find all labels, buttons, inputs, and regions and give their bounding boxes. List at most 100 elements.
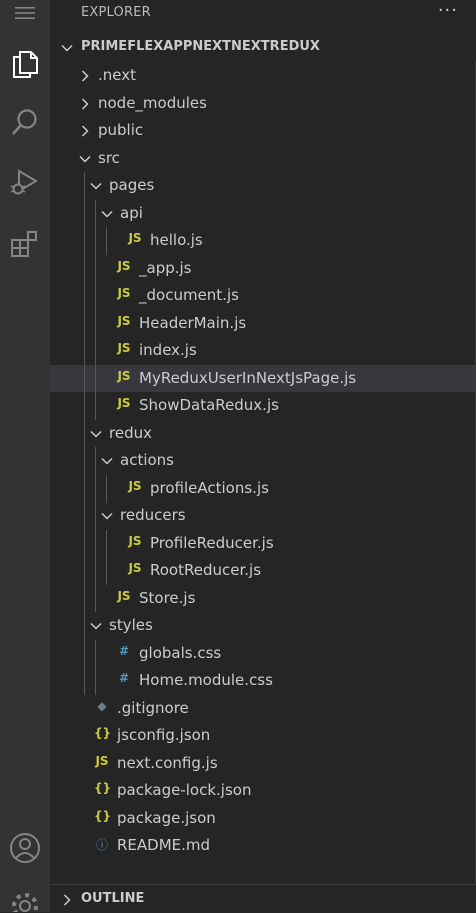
chevron-down-icon [60, 40, 74, 59]
root-folder-header[interactable]: PRIMEFLEXAPPNEXTNEXTREDUX [50, 34, 476, 61]
tree-file-package-lock-json[interactable]: {} package-lock.json [50, 777, 476, 804]
javascript-file-icon: JS [117, 341, 131, 355]
tree-file-rootreducer-js[interactable]: JS RootReducer.js [50, 557, 476, 584]
chevron-down-icon [100, 508, 114, 527]
javascript-file-icon: JS [128, 534, 142, 548]
tree-item-label: globals.css [139, 644, 222, 662]
tree-folder-redux[interactable]: redux [50, 420, 476, 447]
chevron-down-icon [100, 453, 114, 472]
tree-file-hello-js[interactable]: JS hello.js [50, 227, 476, 254]
git-file-icon: ◆ [97, 699, 107, 713]
chevron-down-icon [89, 618, 103, 637]
tree-item-label: _app.js [139, 259, 192, 277]
activity-bar [0, 0, 50, 912]
chevron-right-icon [78, 68, 92, 87]
tree-item-label: node_modules [98, 94, 207, 112]
tree-item-label: HeaderMain.js [139, 314, 247, 332]
files-icon[interactable] [0, 40, 50, 88]
javascript-file-icon: JS [117, 589, 131, 603]
tree-file-package-json[interactable]: {} package.json [50, 805, 476, 832]
tree-item-label: RootReducer.js [150, 561, 262, 579]
javascript-file-icon: JS [128, 561, 142, 575]
chevron-right-icon [78, 96, 92, 115]
settings-gear-icon[interactable] [0, 884, 50, 912]
tree-folder-api[interactable]: api [50, 200, 476, 227]
tree-folder-public[interactable]: public [50, 117, 476, 144]
info-file-icon: ⓘ [95, 838, 108, 852]
tree-file-showdataredux-js[interactable]: JS ShowDataRedux.js [50, 392, 476, 419]
indent-guide [106, 227, 107, 255]
css-file-icon: # [118, 644, 130, 658]
tree-folder-styles[interactable]: styles [50, 612, 476, 639]
javascript-file-icon: JS [95, 754, 109, 768]
tree-file-index-js[interactable]: JS index.js [50, 337, 476, 364]
tree-file-profilereducer-js[interactable]: JS ProfileReducer.js [50, 530, 476, 557]
explorer-sidebar: EXPLORER ··· PRIMEFLEXAPPNEXTNEXTREDUX .… [50, 0, 476, 912]
explorer-title: EXPLORER [81, 5, 151, 20]
javascript-file-icon: JS [117, 314, 131, 328]
tree-folder-reducers[interactable]: reducers [50, 502, 476, 529]
tree-folder-src[interactable]: src [50, 145, 476, 172]
tree-item-label: actions [120, 451, 174, 469]
tree-item-label: pages [109, 176, 155, 194]
tree-folder-pages[interactable]: pages [50, 172, 476, 199]
indent-guide [84, 172, 85, 695]
tree-item-label: package-lock.json [117, 781, 252, 799]
json-file-icon: {} [94, 726, 112, 740]
javascript-file-icon: JS [117, 396, 131, 410]
tree-file-document-js[interactable]: JS _document.js [50, 282, 476, 309]
account-icon[interactable] [0, 824, 50, 872]
tree-file-app-js[interactable]: JS _app.js [50, 255, 476, 282]
css-file-icon: # [118, 671, 130, 685]
tree-file-jsconfig-json[interactable]: {} jsconfig.json [50, 722, 476, 749]
tree-item-label: reducers [120, 506, 186, 524]
javascript-file-icon: JS [128, 479, 142, 493]
tree-item-label: hello.js [150, 231, 203, 249]
tree-folder-node-modules[interactable]: node_modules [50, 90, 476, 117]
tree-file-headermain-js[interactable]: JS HeaderMain.js [50, 310, 476, 337]
tree-item-label: api [120, 204, 143, 222]
javascript-file-icon: JS [117, 259, 131, 273]
outline-section-header[interactable]: OUTLINE [50, 884, 476, 913]
tree-file-store-js[interactable]: JS Store.js [50, 585, 476, 612]
more-actions-button[interactable]: ··· [438, 0, 458, 21]
tree-file-home-module-css[interactable]: # Home.module.css [50, 667, 476, 694]
tree-item-label: MyReduxUserInNextJsPage.js [139, 369, 357, 387]
tree-item-label: src [98, 149, 120, 167]
tree-item-label: next.config.js [117, 754, 218, 772]
tree-file-globals-css[interactable]: # globals.css [50, 640, 476, 667]
menu-icon[interactable] [0, 0, 50, 26]
tree-file-readme-md[interactable]: ⓘ README.md [50, 832, 476, 859]
tree-folder-next[interactable]: .next [50, 62, 476, 89]
explorer-header: EXPLORER ··· [50, 0, 476, 27]
tree-item-label: styles [109, 616, 153, 634]
tree-file-myreduxuserinnextjspage-js[interactable]: JS MyReduxUserInNextJsPage.js [50, 365, 476, 392]
tree-item-label: Store.js [139, 589, 196, 607]
tree-item-label: redux [109, 424, 152, 442]
tree-item-label: ShowDataRedux.js [139, 396, 279, 414]
root-folder-name: PRIMEFLEXAPPNEXTNEXTREDUX [81, 39, 320, 54]
indent-guide [106, 475, 107, 503]
json-file-icon: {} [94, 781, 112, 795]
tree-item-label: README.md [117, 836, 211, 854]
tree-item-label: Home.module.css [139, 671, 273, 689]
tree-item-label: _document.js [139, 286, 239, 304]
tree-item-label: .gitignore [117, 699, 189, 717]
search-icon[interactable] [0, 98, 50, 146]
tree-file-next-config-js[interactable]: JS next.config.js [50, 750, 476, 777]
extensions-icon[interactable] [0, 220, 50, 268]
javascript-file-icon: JS [117, 286, 131, 300]
tree-folder-actions[interactable]: actions [50, 447, 476, 474]
indent-guide [95, 447, 96, 612]
tree-item-label: profileActions.js [150, 479, 269, 497]
run-debug-icon[interactable] [0, 158, 50, 206]
indent-guide [95, 640, 96, 695]
chevron-down-icon [78, 151, 92, 170]
chevron-down-icon [89, 178, 103, 197]
tree-item-label: ProfileReducer.js [150, 534, 274, 552]
tree-file-profileactions-js[interactable]: JS profileActions.js [50, 475, 476, 502]
javascript-file-icon: JS [128, 231, 142, 245]
tree-file-gitignore[interactable]: ◆ .gitignore [50, 695, 476, 722]
chevron-right-icon [60, 892, 74, 911]
tree-item-label: .next [98, 66, 136, 84]
